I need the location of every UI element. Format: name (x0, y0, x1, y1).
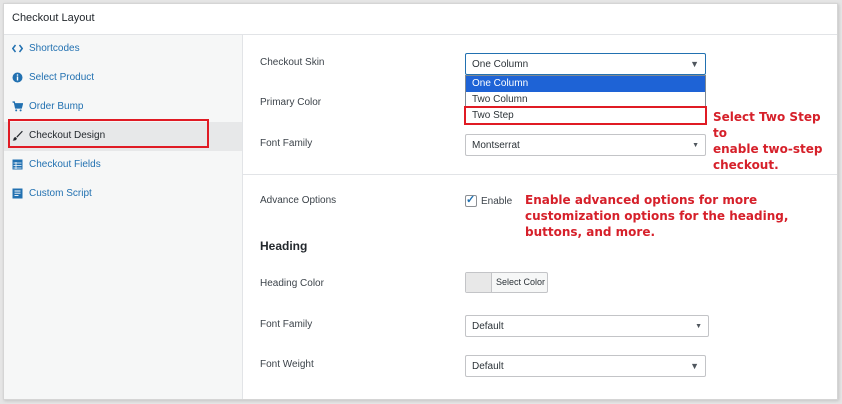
table-icon (12, 159, 23, 170)
sidebar-item-select-product[interactable]: Select Product (4, 64, 242, 93)
font-family-value: Montserrat (472, 140, 520, 151)
checkout-skin-label: Checkout Skin (260, 57, 325, 68)
code-icon (12, 43, 23, 54)
annotation-advanced: Enable advanced options for more customi… (525, 192, 788, 240)
sidebar-item-label: Select Product (29, 72, 95, 83)
heading-font-family-label: Font Family (260, 319, 313, 330)
annotation-line: checkout. (713, 158, 779, 172)
annotation-line: enable two-step (713, 142, 823, 156)
font-weight-select[interactable]: Default ▼ (465, 355, 706, 377)
checkout-skin-value: One Column (472, 59, 529, 70)
font-weight-value: Default (472, 361, 504, 372)
select-color-button-label: Select Color (496, 277, 546, 287)
panel-header: Checkout Layout (4, 4, 837, 35)
font-family-label: Font Family (260, 138, 313, 149)
sidebar-item-label: Shortcodes (29, 43, 80, 54)
option-one-column[interactable]: One Column (466, 76, 705, 92)
annotation-line: customization options for the heading, (525, 209, 789, 223)
triangle-down-icon: ▼ (690, 361, 699, 371)
font-family-select[interactable]: Montserrat ▼ (465, 134, 706, 156)
chevron-down-icon: ▼ (695, 323, 702, 330)
heading-section-title: Heading (260, 239, 308, 253)
sidebar-item-label: Order Bump (29, 101, 84, 112)
sidebar-item-shortcodes[interactable]: Shortcodes (4, 35, 242, 64)
font-weight-label: Font Weight (260, 359, 314, 370)
settings-content: Checkout Skin One Column ▼ Primary Color… (243, 35, 837, 399)
annotation-line: Select Two Step to (713, 110, 821, 140)
annotation-line: buttons, and more. (525, 225, 656, 239)
highlight-two-step (464, 106, 707, 125)
annotation-two-step: Select Two Step to enable two-step check… (713, 109, 837, 173)
chevron-down-icon: ▼ (692, 142, 699, 149)
primary-color-label: Primary Color (260, 97, 322, 108)
sidebar-item-custom-script[interactable]: Custom Script (4, 180, 242, 209)
cart-icon (12, 101, 23, 112)
triangle-down-icon: ▼ (690, 59, 699, 69)
advance-options-label: Advance Options (260, 195, 337, 206)
sidebar: Shortcodes Select Product Order Bump Che… (4, 35, 243, 399)
heading-font-family-select[interactable]: Default ▼ (465, 315, 709, 337)
color-swatch (466, 273, 492, 292)
annotation-line: Enable advanced options for more (525, 193, 758, 207)
enable-label: Enable (481, 196, 513, 207)
heading-color-picker[interactable]: Select Color (465, 272, 548, 293)
heading-color-label: Heading Color (260, 278, 324, 289)
checkout-skin-select[interactable]: One Column ▼ (465, 53, 706, 75)
panel-title: Checkout Layout (12, 12, 95, 24)
sidebar-item-label: Custom Script (29, 188, 92, 199)
sidebar-item-checkout-fields[interactable]: Checkout Fields (4, 151, 242, 180)
sidebar-item-label: Checkout Fields (29, 159, 101, 170)
highlight-checkout-design (8, 119, 209, 148)
info-icon (12, 72, 23, 83)
heading-font-family-value: Default (472, 321, 504, 332)
document-icon (12, 188, 23, 199)
sidebar-item-order-bump[interactable]: Order Bump (4, 93, 242, 122)
section-divider (243, 174, 837, 175)
advance-options-checkbox[interactable]: ✓ (465, 194, 477, 207)
checkout-layout-panel: Checkout Layout Shortcodes Select Produc… (3, 3, 838, 400)
checkmark-icon: ✓ (466, 194, 476, 206)
